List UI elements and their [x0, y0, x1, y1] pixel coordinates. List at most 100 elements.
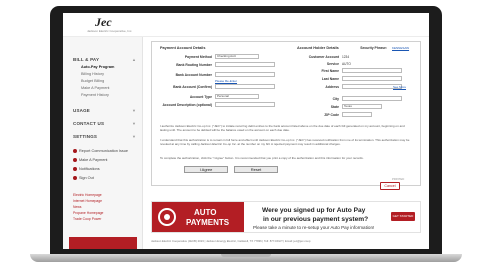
cancel-button[interactable]: Cancel [380, 182, 400, 190]
description-row: Account Description (optional) [160, 102, 290, 107]
banner-question-1: Were you signed up for Auto Pay [262, 207, 366, 214]
reenter-link[interactable]: Please Re-Enter [215, 79, 237, 83]
sidebar-section-settings[interactable]: SETTINGS [73, 134, 97, 139]
main-content: Payment Account Details Account Holder D… [147, 37, 429, 249]
external-link-propane[interactable]: Propane Homepage [73, 211, 103, 215]
payment-method-row: Payment Method Checking Acct [160, 54, 290, 59]
external-link-trade-coop[interactable]: Trade Coop Power [73, 217, 101, 221]
action-report-issue[interactable]: Report Communication Issue [73, 149, 128, 153]
get-started-button[interactable]: GET STARTED [391, 212, 415, 221]
action-make-payment[interactable]: Make A Payment [73, 158, 108, 162]
banner-red-panel: AUTO PAYMENTS [152, 202, 244, 232]
routing-input[interactable] [215, 62, 275, 67]
first-name-input[interactable] [342, 68, 402, 73]
account-number-input[interactable] [215, 72, 275, 77]
sidebar-section-contact[interactable]: CONTACT US [73, 121, 104, 126]
external-link-electric[interactable]: Electric Homepage [73, 193, 102, 197]
account-number-row: Bank Account Number [160, 72, 290, 77]
account-type-label: Account Type [189, 95, 212, 99]
payment-method-select[interactable]: Checking Acct [215, 54, 259, 59]
city-input[interactable] [342, 96, 402, 101]
sidebar-item-make-payment[interactable]: Make A Payment [81, 86, 110, 90]
city-row: City [297, 96, 417, 101]
banner-prompt: Please take a minute to re-setup your Au… [253, 225, 375, 230]
logo-subtitle: Jackson Electric Cooperative, Inc. [87, 29, 133, 33]
action-sign-out[interactable]: Sign Out [73, 176, 94, 180]
security-link[interactable]: KENNESAW [392, 46, 409, 50]
account-type-select[interactable]: Personal [215, 94, 259, 99]
footer: Jackson Electric Cooperative (JECB) 2023… [151, 239, 311, 243]
state-label: State [330, 105, 339, 109]
zip-input[interactable] [342, 112, 372, 117]
last-name-row: Last Name [297, 76, 417, 81]
customer-row: Customer Account 1234 [297, 54, 417, 59]
service-value: AUTO [342, 62, 351, 66]
laptop-screen: Jec Jackson Electric Cooperative, Inc. B… [63, 13, 429, 249]
confirm-row: Bank Account (Confirm) [160, 84, 290, 89]
terms-paragraph-1: I authorize Jackson Electric Co-op Inc. … [160, 124, 405, 132]
banner-title-1: AUTO [194, 208, 217, 217]
payment-method-label: Payment Method [184, 55, 212, 59]
sidebar-item-billing-history[interactable]: Billing History [81, 72, 104, 76]
customer-value: 1234 [342, 55, 350, 59]
last-name-label: Last Name [321, 77, 339, 81]
description-input[interactable] [215, 102, 275, 107]
terms-paragraph-2: I understand that this authorization is … [160, 138, 410, 146]
top-bar: Jec Jackson Electric Cooperative, Inc. [63, 13, 429, 37]
first-name-row: First Name [297, 68, 417, 73]
dollar-icon [73, 158, 77, 162]
chevron-down-icon[interactable]: ▼ [132, 121, 136, 126]
sidebar-item-payment-history[interactable]: Payment History [81, 93, 109, 97]
address-label: Address [325, 85, 339, 89]
agree-button[interactable]: I Agree [184, 166, 228, 173]
service-label: Service [326, 62, 339, 66]
security-label: Security Phrase: [360, 46, 387, 50]
first-name-label: First Name [321, 69, 339, 73]
security-label-row: Security Phrase: [347, 45, 387, 50]
account-type-row: Account Type Personal [160, 94, 290, 99]
action-label: Notifications [79, 167, 100, 171]
last-name-input[interactable] [342, 76, 402, 81]
sidebar-section-bill[interactable]: BILL & PAY [73, 57, 99, 62]
see-more-link[interactable]: See More [393, 85, 406, 89]
customer-label: Customer Account [308, 55, 339, 59]
confirm-label: Bank Account (Confirm) [173, 85, 212, 89]
alert-icon [73, 149, 77, 153]
routing-label: Bank Routing Number [176, 63, 212, 67]
action-label: Sign Out [79, 176, 94, 180]
sidebar-section-usage[interactable]: USAGE [73, 108, 90, 113]
sidebar-item-budget-billing[interactable]: Budget Billing [81, 79, 104, 83]
sidebar: BILL & PAY ▲ Auto-Pay Program Billing Hi… [63, 37, 143, 249]
banner-question-2: in our previous payment system? [263, 216, 369, 223]
zip-label: ZIP Code [324, 113, 339, 117]
chevron-down-icon[interactable]: ▼ [132, 108, 136, 113]
action-label: Report Communication Issue [79, 149, 128, 153]
reset-button[interactable]: Reset [234, 166, 278, 173]
autopay-form: Payment Account Details Account Holder D… [151, 41, 421, 186]
holder-details-title: Account Holder Details [297, 46, 339, 50]
payment-details-title: Payment Account Details [160, 46, 206, 50]
external-link-internet[interactable]: Internet Homepage [73, 199, 102, 203]
service-row: Service AUTO [297, 61, 417, 66]
autopay-icon [158, 208, 176, 226]
terms-paragraph-3: To complete the authorization, click the… [160, 156, 364, 160]
action-notifications[interactable]: Notifications [73, 167, 100, 171]
chevron-up-icon[interactable]: ▲ [132, 57, 136, 62]
autopay-banner: AUTO PAYMENTS Were you signed up for Aut… [151, 201, 421, 233]
account-number-label: Bank Account Number [175, 73, 212, 77]
sidebar-promo[interactable] [69, 237, 137, 249]
zip-row: ZIP Code [297, 112, 417, 117]
city-label: City [332, 97, 339, 101]
laptop-notch [221, 254, 271, 257]
state-select[interactable]: Texas [342, 104, 382, 109]
chevron-down-icon[interactable]: ▼ [132, 134, 136, 139]
logo[interactable]: Jec [95, 15, 112, 30]
bell-icon [73, 167, 77, 171]
sidebar-item-autopay[interactable]: Auto-Pay Program [81, 65, 114, 69]
external-link-news[interactable]: News [73, 205, 81, 209]
confirm-input[interactable] [215, 84, 275, 89]
routing-row: Bank Routing Number [160, 62, 290, 67]
banner-title-2: PAYMENTS [186, 218, 230, 227]
state-row: State Texas [297, 104, 417, 109]
action-label: Make A Payment [79, 158, 108, 162]
